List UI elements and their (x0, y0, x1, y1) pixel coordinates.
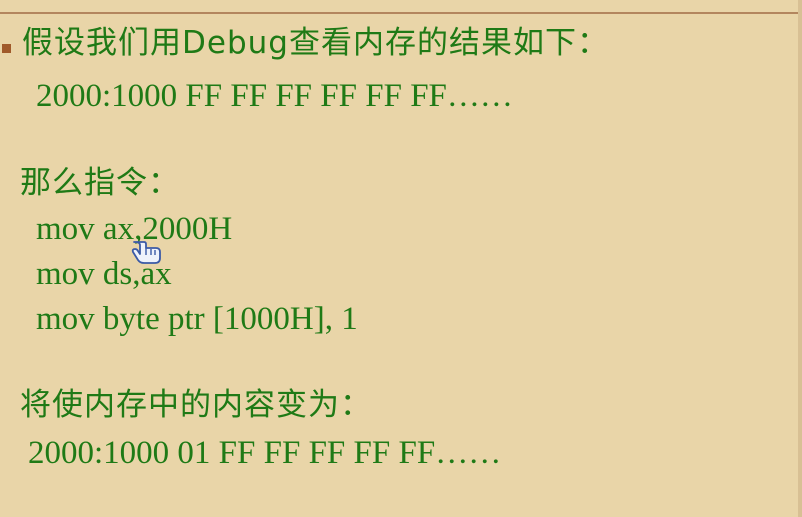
instruction-line-3: mov byte ptr [1000H], 1 (36, 301, 358, 337)
slide-edge (798, 0, 802, 517)
memory-after-line: 2000:1000 01 FF FF FF FF FF…… (28, 435, 502, 471)
slide: 假设我们用Debug查看内存的结果如下： 2000:1000 FF FF FF … (0, 0, 802, 517)
hand-pointer-icon (131, 241, 161, 264)
bullet-square-icon (2, 44, 11, 53)
slide-heading: 假设我们用Debug查看内存的结果如下： (22, 25, 609, 61)
memory-before-line: 2000:1000 FF FF FF FF FF FF…… (36, 78, 513, 114)
result-label: 将使内存中的内容变为： (20, 387, 372, 423)
instructions-label: 那么指令： (20, 165, 180, 201)
top-divider (0, 12, 802, 14)
